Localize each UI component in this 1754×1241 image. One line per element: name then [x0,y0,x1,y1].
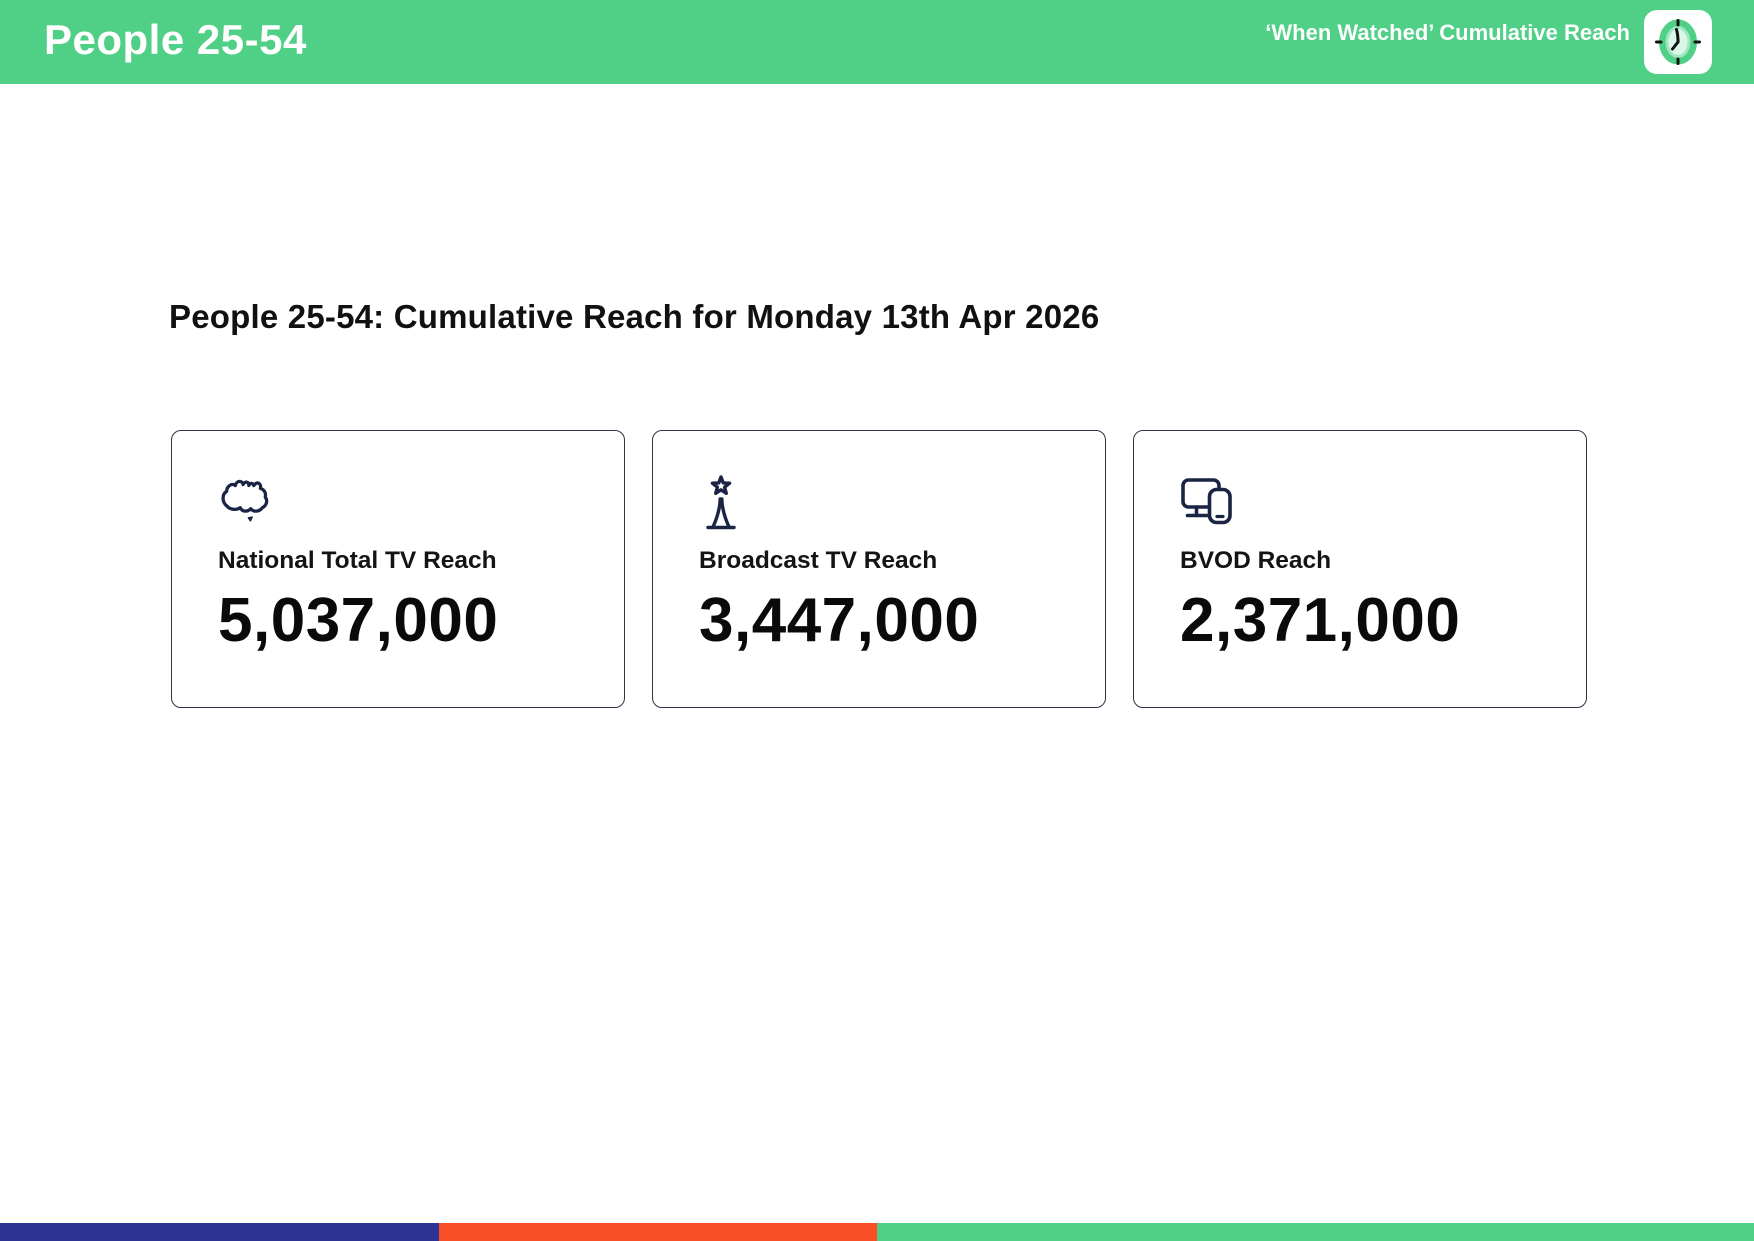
kpi-card-broadcast-tv: Broadcast TV Reach 3,447,000 [652,430,1106,708]
australia-map-icon [218,475,594,533]
screens-devices-icon [1180,475,1556,533]
main-content: People 25-54: Cumulative Reach for Monda… [0,298,1754,708]
footer-color-bar [0,1223,1754,1241]
footer-segment-green [877,1223,1754,1241]
broadcast-tower-icon [699,475,1075,533]
kpi-label: BVOD Reach [1180,547,1332,574]
header-right-group: ‘When Watched’ Cumulative Reach [1265,10,1712,74]
page-title: People 25-54 [44,16,307,63]
report-heading: People 25-54: Cumulative Reach for Monda… [169,298,1100,335]
kpi-value: 5,037,000 [218,586,499,655]
kpi-label: National Total TV Reach [218,547,497,574]
kpi-label: Broadcast TV Reach [699,547,938,574]
kpi-card-national-total-tv: National Total TV Reach 5,037,000 [171,430,625,708]
footer-segment-orange [438,1223,877,1241]
footer-segment-blue [0,1223,439,1241]
header-tagline: ‘When Watched’ Cumulative Reach [1265,20,1630,45]
kpi-value: 2,371,000 [1180,586,1461,655]
kpi-value: 3,447,000 [699,586,980,655]
kpi-card-bvod: BVOD Reach 2,371,000 [1133,430,1587,708]
kpi-cards-row: National Total TV Reach 5,037,000 Broadc… [171,430,1587,708]
clock-icon [1652,17,1704,67]
header-bar: People 25-54 ‘When Watched’ Cumulative R… [0,0,1754,84]
app-logo [1644,10,1712,74]
report-page: People 25-54 ‘When Watched’ Cumulative R… [0,0,1754,1241]
